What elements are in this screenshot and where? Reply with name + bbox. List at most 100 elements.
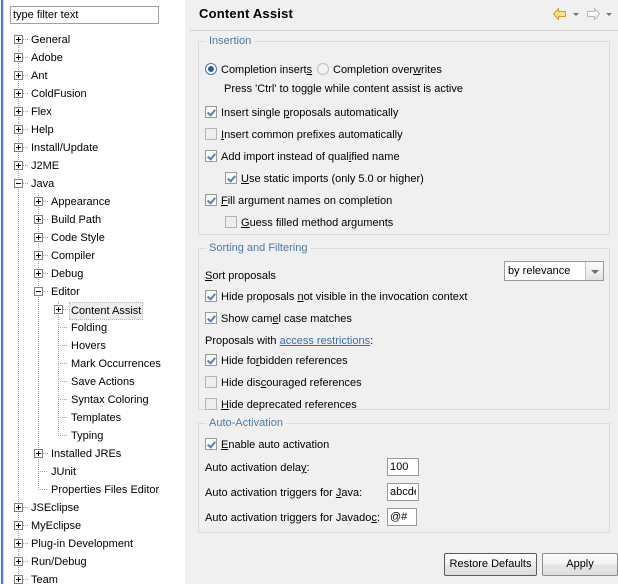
tree-expand-icon[interactable] <box>34 449 43 458</box>
tree-item-mark-occurrences[interactable]: Mark Occurrences <box>4 355 185 373</box>
tree-item-code-style[interactable]: Code Style <box>4 229 185 247</box>
tree-item-editor[interactable]: Editor <box>4 283 185 301</box>
restore-defaults-button[interactable]: Restore Defaults <box>444 553 537 576</box>
tree-guide-line <box>38 409 39 427</box>
hide-discouraged-checkbox[interactable]: Hide discouraged references <box>205 376 362 390</box>
back-arrow-icon[interactable] <box>551 5 569 23</box>
tree-expand-icon[interactable] <box>14 575 23 584</box>
filter-field-wrapper <box>10 6 159 24</box>
tree-guide-line <box>38 463 39 481</box>
tree-item-run-debug[interactable]: Run/Debug <box>4 553 185 571</box>
tree-item-label: Mark Occurrences <box>71 358 161 370</box>
tree-item-save-actions[interactable]: Save Actions <box>4 373 185 391</box>
auto-activation-group: Auto-Activation Enable auto activation A… <box>198 417 610 533</box>
tree-collapse-icon[interactable] <box>34 287 43 296</box>
enable-auto-activation-checkbox[interactable]: Enable auto activation <box>205 438 329 452</box>
tree-item-appearance[interactable]: Appearance <box>4 193 185 211</box>
tree-expand-icon[interactable] <box>14 35 23 44</box>
tree-item-installed-jres[interactable]: Installed JREs <box>4 445 185 463</box>
use-static-imports-checkbox[interactable]: Use static imports (only 5.0 or higher) <box>225 172 424 186</box>
tree-item-jseclipse[interactable]: JSEclipse <box>4 499 185 517</box>
access-prefix-label: Proposals with <box>205 335 280 347</box>
tree-expand-icon[interactable] <box>54 305 63 314</box>
tree-item-myeclipse[interactable]: MyEclipse <box>4 517 185 535</box>
tree-item-debug[interactable]: Debug <box>4 265 185 283</box>
tree-expand-icon[interactable] <box>14 161 23 170</box>
tree-item-folding[interactable]: Folding <box>4 319 185 337</box>
tree-item-junit[interactable]: JUnit <box>4 463 185 481</box>
fill-argument-names-checkbox[interactable]: Fill argument names on completion <box>205 194 392 208</box>
tree-expand-icon[interactable] <box>14 125 23 134</box>
tree-expand-icon[interactable] <box>34 215 43 224</box>
tree-item-coldfusion[interactable]: ColdFusion <box>4 85 185 103</box>
show-camel-case-checkbox[interactable]: Show camel case matches <box>205 312 352 326</box>
tree-guide-line <box>18 229 19 247</box>
apply-button[interactable]: Apply <box>542 553 618 576</box>
tree-item-help[interactable]: Help <box>4 121 185 139</box>
add-import-checkbox[interactable]: Add import instead of qualified name <box>205 150 400 164</box>
insert-single-proposals-checkbox[interactable]: Insert single proposals automatically <box>205 106 398 120</box>
tree-item-compiler[interactable]: Compiler <box>4 247 185 265</box>
tree-item-install-update[interactable]: Install/Update <box>4 139 185 157</box>
tree-item-content-assist[interactable]: Content Assist <box>4 301 185 320</box>
hide-deprecated-checkbox[interactable]: Hide deprecated references <box>205 398 357 412</box>
back-dropdown-caret-icon[interactable] <box>572 5 581 23</box>
tree-item-ant[interactable]: Ant <box>4 67 185 85</box>
tree-expand-icon[interactable] <box>34 233 43 242</box>
tree-item-java[interactable]: Java <box>4 175 185 193</box>
tree-item-flex[interactable]: Flex <box>4 103 185 121</box>
completion-overwrites-radio[interactable]: Completion overwrites <box>317 63 442 77</box>
tree-item-j2me[interactable]: J2ME <box>4 157 185 175</box>
tree-guide-connector <box>23 183 28 184</box>
tree-item-build-path[interactable]: Build Path <box>4 211 185 229</box>
tree-guide-connector <box>23 39 28 40</box>
access-suffix-label: : <box>370 335 374 347</box>
tree-expand-icon[interactable] <box>34 197 43 206</box>
auto-activation-group-label: Auto-Activation <box>206 417 286 429</box>
insert-common-prefixes-checkbox[interactable]: Insert common prefixes automatically <box>205 128 403 142</box>
auto-activation-javadoc-triggers-input[interactable] <box>387 508 417 526</box>
tree-expand-icon[interactable] <box>14 143 23 152</box>
tree-item-templates[interactable]: Templates <box>4 409 185 427</box>
tree-guide-connector <box>43 291 48 292</box>
tree-item-label: Save Actions <box>71 376 135 388</box>
tree-item-team[interactable]: Team <box>4 571 185 584</box>
access-restrictions-link[interactable]: access restrictions <box>280 335 370 347</box>
tree-item-plug-in-development[interactable]: Plug-in Development <box>4 535 185 553</box>
hide-not-visible-checkbox[interactable]: Hide proposals not visible in the invoca… <box>205 290 467 304</box>
hide-forbidden-checkbox[interactable]: Hide forbidden references <box>205 354 348 368</box>
tree-guide-line <box>58 319 59 337</box>
tree-expand-icon[interactable] <box>14 521 23 530</box>
tree-item-label: Debug <box>51 268 84 280</box>
tree-item-label: Plug-in Development <box>31 538 134 550</box>
tree-expand-icon[interactable] <box>14 71 23 80</box>
tree-item-typing[interactable]: Typing <box>4 427 185 445</box>
tree-expand-icon[interactable] <box>14 539 23 548</box>
tree-guide-line <box>38 391 39 409</box>
tree-expand-icon[interactable] <box>34 251 43 260</box>
auto-activation-delay-input[interactable] <box>387 458 419 476</box>
tree-expand-icon[interactable] <box>14 89 23 98</box>
tree-item-properties-files-editor[interactable]: Properties Files Editor <box>4 481 185 499</box>
tree-expand-icon[interactable] <box>14 557 23 566</box>
auto-activation-java-triggers-input[interactable] <box>387 483 419 501</box>
sort-proposals-combo[interactable]: by relevance <box>504 261 604 281</box>
tree-collapse-icon[interactable] <box>14 179 23 188</box>
forward-dropdown-caret-icon[interactable] <box>605 5 614 23</box>
tree-item-general[interactable]: General <box>4 31 185 53</box>
preference-tree[interactable]: General Adobe Ant ColdFusion Flex Help Install… <box>4 31 185 584</box>
tree-item-label: J2ME <box>31 160 60 172</box>
tree-item-adobe[interactable]: Adobe <box>4 49 185 67</box>
filter-input[interactable] <box>10 6 159 24</box>
tree-guide-line <box>18 247 19 265</box>
tree-expand-icon[interactable] <box>14 503 23 512</box>
completion-inserts-radio[interactable]: Completion inserts <box>205 63 312 77</box>
tree-expand-icon[interactable] <box>34 269 43 278</box>
completion-inserts-label: Completion inserts <box>221 64 313 76</box>
guess-filled-arguments-checkbox[interactable]: Guess filled method arguments <box>225 216 393 230</box>
tree-item-syntax-coloring[interactable]: Syntax Coloring <box>4 391 185 409</box>
tree-expand-icon[interactable] <box>14 107 23 116</box>
tree-item-hovers[interactable]: Hovers <box>4 337 185 355</box>
chevron-down-icon[interactable] <box>585 262 603 280</box>
tree-expand-icon[interactable] <box>14 53 23 62</box>
